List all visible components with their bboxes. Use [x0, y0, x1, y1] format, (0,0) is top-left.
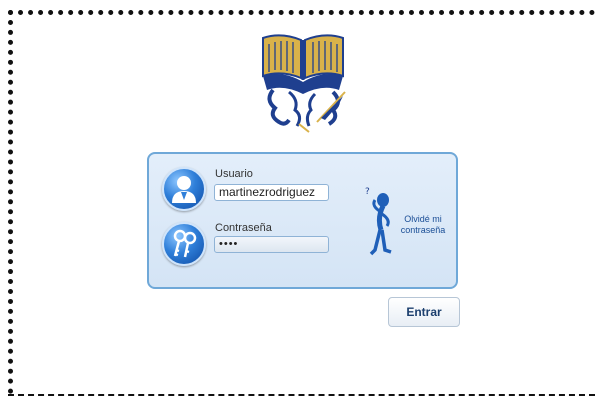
username-label: Usuario	[215, 168, 253, 180]
forgot-line-2: contraseña	[400, 225, 446, 235]
password-label: Contraseña	[215, 222, 272, 234]
login-panel: Usuario martinezrodriguez Contraseña •••…	[147, 152, 458, 289]
username-input[interactable]: martinezrodriguez	[214, 184, 329, 201]
svg-text:?: ?	[365, 187, 370, 197]
frame-border-left	[8, 10, 13, 394]
forgot-line-1: Olvidé mi	[404, 214, 442, 224]
frame-border-bottom	[8, 394, 595, 396]
institution-logo	[262, 34, 346, 133]
user-icon	[162, 167, 206, 211]
password-input[interactable]: ••••	[214, 236, 329, 253]
keys-icon	[162, 222, 206, 266]
enter-button[interactable]: Entrar	[388, 297, 460, 327]
forgot-password-link[interactable]: Olvidé mi contraseña	[394, 214, 452, 236]
frame-border-top	[8, 10, 595, 15]
